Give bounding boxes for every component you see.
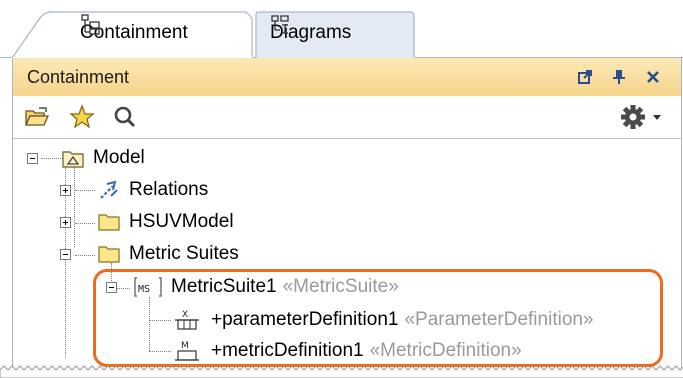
tree-node-label: Metric Suites — [129, 243, 239, 264]
tree-guide-line — [75, 190, 95, 191]
open-folder-icon[interactable] — [23, 103, 51, 131]
expand-toggle-relations[interactable] — [60, 185, 71, 196]
tree-node-label: HSUVModel — [129, 211, 234, 232]
pin-icon[interactable] — [609, 67, 629, 87]
containment-tree-icon — [81, 14, 100, 35]
expand-toggle-hsuvmodel[interactable] — [60, 217, 71, 228]
star-icon[interactable] — [68, 103, 96, 131]
tree-guide-line — [41, 158, 63, 159]
panel-toolbar — [13, 96, 681, 139]
tree-guide-line — [75, 255, 95, 256]
panel-header-buttons — [575, 67, 663, 87]
tree-node-hsuvmodel[interactable]: HSUVModel — [97, 207, 234, 237]
collapse-toggle-model[interactable] — [27, 153, 38, 164]
close-icon[interactable] — [643, 67, 663, 87]
tree-node-relations[interactable]: Relations — [97, 175, 208, 205]
panel-title: Containment — [27, 66, 130, 87]
tree-node-label: Model — [93, 147, 145, 168]
tree-node-label: Relations — [129, 179, 209, 200]
gear-icon[interactable] — [619, 103, 665, 131]
collapse-toggle-metric-suites[interactable] — [60, 249, 71, 260]
tab-diagrams[interactable]: Diagrams — [270, 13, 351, 53]
tree-node-model[interactable]: Model — [61, 143, 145, 173]
tab-containment[interactable]: Containment — [80, 13, 188, 53]
tree-node-metric-suites[interactable]: Metric Suites — [97, 239, 239, 269]
tab-strip: Containment Diagrams — [0, 0, 683, 60]
tree-guide-line — [75, 223, 95, 224]
diagrams-icon — [271, 15, 289, 34]
tree-guide-line — [74, 167, 75, 247]
model-package-icon — [62, 151, 84, 168]
relations-icon — [100, 180, 118, 199]
search-icon[interactable] — [111, 103, 139, 131]
folder-icon — [98, 246, 120, 263]
panel-header: Containment — [13, 58, 681, 97]
torn-edge — [0, 365, 683, 378]
highlight-callout — [93, 269, 663, 367]
folder-icon — [98, 214, 120, 231]
undock-icon[interactable] — [575, 67, 595, 87]
